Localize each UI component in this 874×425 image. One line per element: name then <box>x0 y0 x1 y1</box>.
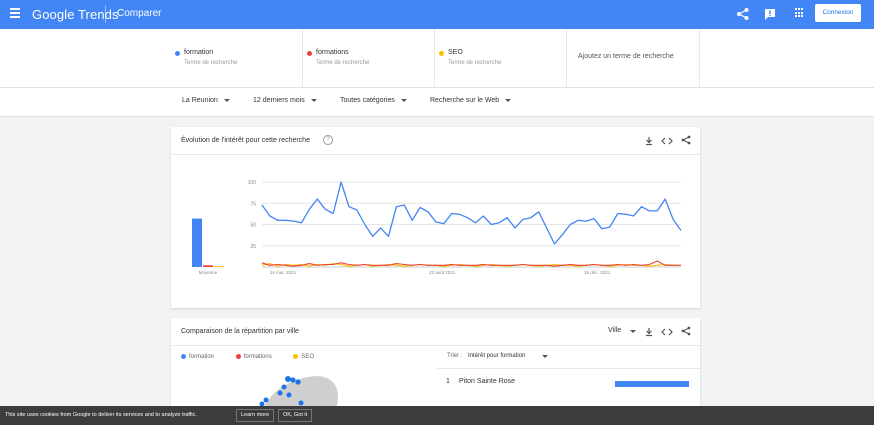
term-color-dot <box>439 51 444 56</box>
category-filter[interactable]: Toutes catégories <box>340 97 407 104</box>
term-color-dot <box>175 51 180 56</box>
chevron-down-icon <box>310 98 317 102</box>
interest-bar <box>615 381 689 387</box>
feedback-icon[interactable] <box>763 7 777 21</box>
cookie-message: This site uses cookies from Google to de… <box>5 412 197 418</box>
apps-grid-icon[interactable] <box>795 8 805 18</box>
card-title: Évolution de l'intérêt pour cette recher… <box>181 137 310 144</box>
series-line-formation <box>261 181 682 245</box>
card-divider <box>171 345 700 346</box>
search-type-filter[interactable]: Recherche sur le Web <box>430 97 512 104</box>
interest-line-chart: 25 50 75 100 Moyenne 14 mar. 2021 22 août 2021… <box>192 180 682 275</box>
average-label: Moyenne <box>199 270 218 275</box>
sort-select[interactable]: Intérêt pour formation <box>468 353 525 359</box>
rank-number: 1 <box>446 378 450 385</box>
region-filter[interactable]: La Reunion <box>182 97 230 104</box>
x-tick-label: 26 déc. 2021 <box>584 270 611 275</box>
category-filter-label: Toutes catégories <box>340 97 395 104</box>
interest-over-time-card: Évolution de l'intérêt pour cette recher… <box>171 127 700 308</box>
chevron-down-icon <box>505 98 512 102</box>
search-type-filter-label: Recherche sur le Web <box>430 97 500 104</box>
chevron-down-icon <box>400 98 407 102</box>
term-color-dot <box>307 51 312 56</box>
y-tick-label: 25 <box>250 244 256 250</box>
city-name: Piton Sainte Rose <box>459 378 516 385</box>
term-name: formation <box>184 49 214 56</box>
legend-item-formation: formation <box>181 354 224 360</box>
term-type: Terme de recherche <box>448 60 502 66</box>
scope-select[interactable]: Ville <box>608 327 621 334</box>
y-tick-label: 100 <box>248 180 257 186</box>
ok-got-it-button[interactable]: OK, Got it <box>278 409 313 422</box>
y-tick-label: 50 <box>250 223 256 229</box>
legend-item-formations: formations <box>235 354 282 360</box>
cookie-banner: This site uses cookies from Google to de… <box>0 406 874 425</box>
average-bar <box>214 266 224 268</box>
card-title: Comparaison de la répartition par ville <box>181 328 299 335</box>
average-bar <box>203 265 213 267</box>
table-row[interactable]: 1 Piton Sainte Rose <box>437 368 700 390</box>
menu-icon[interactable] <box>10 8 20 20</box>
chevron-down-icon[interactable] <box>542 355 548 358</box>
add-term-input[interactable]: Ajoutez un terme de recherche <box>568 29 700 88</box>
chevron-down-icon <box>223 98 230 102</box>
add-term-placeholder: Ajoutez un terme de recherche <box>578 53 674 60</box>
app-header: Google Trends Comparer Connexion <box>0 0 874 29</box>
x-tick-label: 14 mar. 2021 <box>270 270 297 275</box>
term-formations[interactable]: formations Terme de recherche <box>303 29 435 88</box>
term-formation[interactable]: formation Terme de recherche <box>171 29 303 88</box>
share-icon[interactable] <box>736 7 750 21</box>
header-separator <box>105 6 106 23</box>
average-bar <box>192 218 202 267</box>
chevron-down-icon[interactable] <box>630 330 636 333</box>
x-tick-label: 22 août 2021 <box>429 270 456 275</box>
login-button[interactable]: Connexion <box>815 4 861 22</box>
help-icon[interactable]: ? <box>323 135 333 145</box>
embed-code-icon[interactable] <box>661 136 673 146</box>
sort-label: Trier : <box>447 353 463 359</box>
map-legend: formation formations SEO <box>181 354 334 360</box>
term-name: formations <box>316 49 349 56</box>
download-icon[interactable] <box>644 136 654 146</box>
term-name: SEO <box>448 49 463 56</box>
share-icon[interactable] <box>681 326 691 336</box>
region-filter-label: La Reunion <box>182 97 218 104</box>
legend-item-seo: SEO <box>293 354 324 360</box>
term-type: Terme de recherche <box>316 60 370 66</box>
download-icon[interactable] <box>644 327 654 337</box>
filters-bar: La Reunion 12 derniers mois Toutes catég… <box>0 88 874 117</box>
term-type: Terme de recherche <box>184 60 238 66</box>
share-icon[interactable] <box>681 135 691 145</box>
learn-more-button[interactable]: Learn more <box>236 409 275 422</box>
compare-terms-bar: formation Terme de recherche formations … <box>0 29 874 88</box>
embed-code-icon[interactable] <box>661 327 673 337</box>
page-title: Comparer <box>117 8 162 19</box>
y-tick-label: 75 <box>250 201 256 207</box>
term-seo[interactable]: SEO Terme de recherche <box>435 29 567 88</box>
period-filter[interactable]: 12 derniers mois <box>253 97 317 104</box>
period-filter-label: 12 derniers mois <box>253 97 305 104</box>
